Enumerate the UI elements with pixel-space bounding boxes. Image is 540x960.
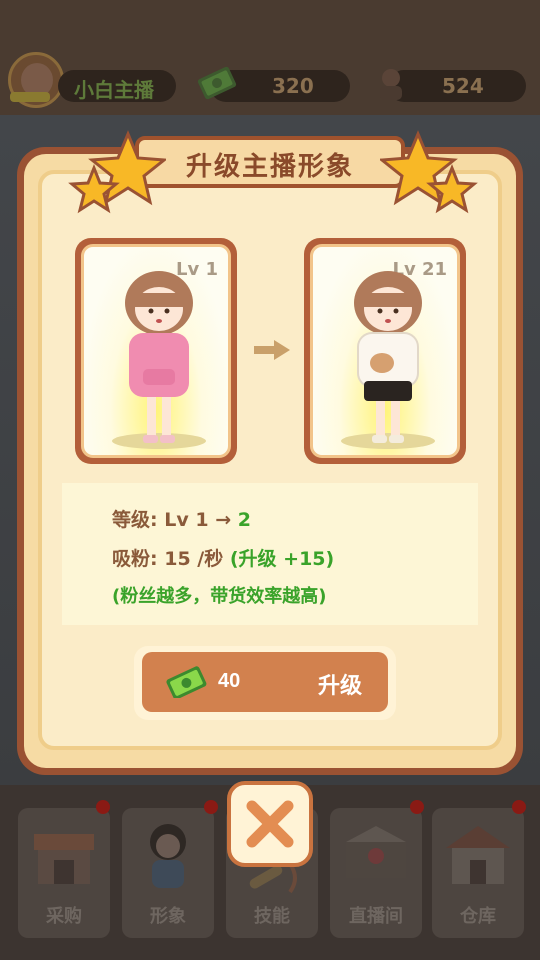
live-room-icon: [346, 826, 406, 878]
tab-warehouse[interactable]: 仓库: [432, 808, 524, 938]
fans-rate-value: 15 /秒: [164, 548, 224, 570]
shop-icon: [34, 834, 94, 884]
next-look-card-inner: Lv 21: [310, 244, 460, 458]
warehouse-icon: [446, 826, 510, 884]
fans-rate-label: 吸粉:: [112, 548, 158, 570]
star-right-icon: [380, 130, 478, 214]
tab-purchase[interactable]: 采购: [18, 808, 110, 938]
tab-live-room-label: 直播间: [349, 906, 403, 927]
upgrade-note: (粉丝越多，带货效率越高): [112, 586, 327, 607]
notification-dot: [204, 800, 218, 814]
fans-rate-line: 吸粉: 15 /秒 (升级 +15): [112, 544, 334, 571]
notification-dot: [96, 800, 110, 814]
tab-live-room[interactable]: 直播间: [330, 808, 422, 938]
fans-icon: [380, 69, 402, 100]
level-to: 2: [237, 509, 251, 531]
popup-title-ribbon: 升级主播形象: [135, 130, 405, 192]
level-arrow: →: [215, 509, 232, 531]
money-icon: [197, 66, 237, 100]
tab-appearance[interactable]: 形象: [122, 808, 214, 938]
current-look-card-inner: Lv 1: [81, 244, 231, 458]
level-from: Lv 1: [164, 509, 209, 531]
money-value: 320: [272, 74, 314, 98]
upgrade-cost: 40: [218, 670, 241, 692]
notification-dot: [410, 800, 424, 814]
streamer-name: 小白主播: [74, 78, 154, 102]
next-look-card: Lv 21: [304, 238, 466, 464]
streamer-lv1-figure: [125, 271, 193, 443]
level-line: 等级: Lv 1 → 2: [112, 505, 251, 532]
streamer-lv21-figure: [354, 271, 422, 443]
current-look-card: Lv 1: [75, 238, 237, 464]
tab-appearance-label: 形象: [150, 906, 186, 927]
close-button[interactable]: [227, 781, 313, 867]
upgrade-button-label: 升级: [318, 673, 363, 698]
popup-title: 升级主播形象: [185, 152, 354, 182]
fans-rate-bonus: (升级 +15): [229, 548, 335, 570]
character-icon: [150, 824, 186, 888]
notification-dot: [512, 800, 526, 814]
level-label: 等级:: [112, 509, 158, 531]
fans-value: 524: [442, 74, 484, 98]
avatar-crown-icon: [10, 92, 50, 102]
tab-warehouse-label: 仓库: [460, 906, 496, 927]
star-left-icon: [68, 130, 166, 214]
upgrade-button[interactable]: 40 升级: [142, 652, 388, 712]
tab-purchase-label: 采购: [46, 906, 82, 927]
tab-skills-label: 技能: [254, 906, 290, 927]
close-icon: [246, 800, 294, 848]
upgrade-arrow-icon: [254, 340, 290, 360]
money-icon: [166, 666, 207, 698]
